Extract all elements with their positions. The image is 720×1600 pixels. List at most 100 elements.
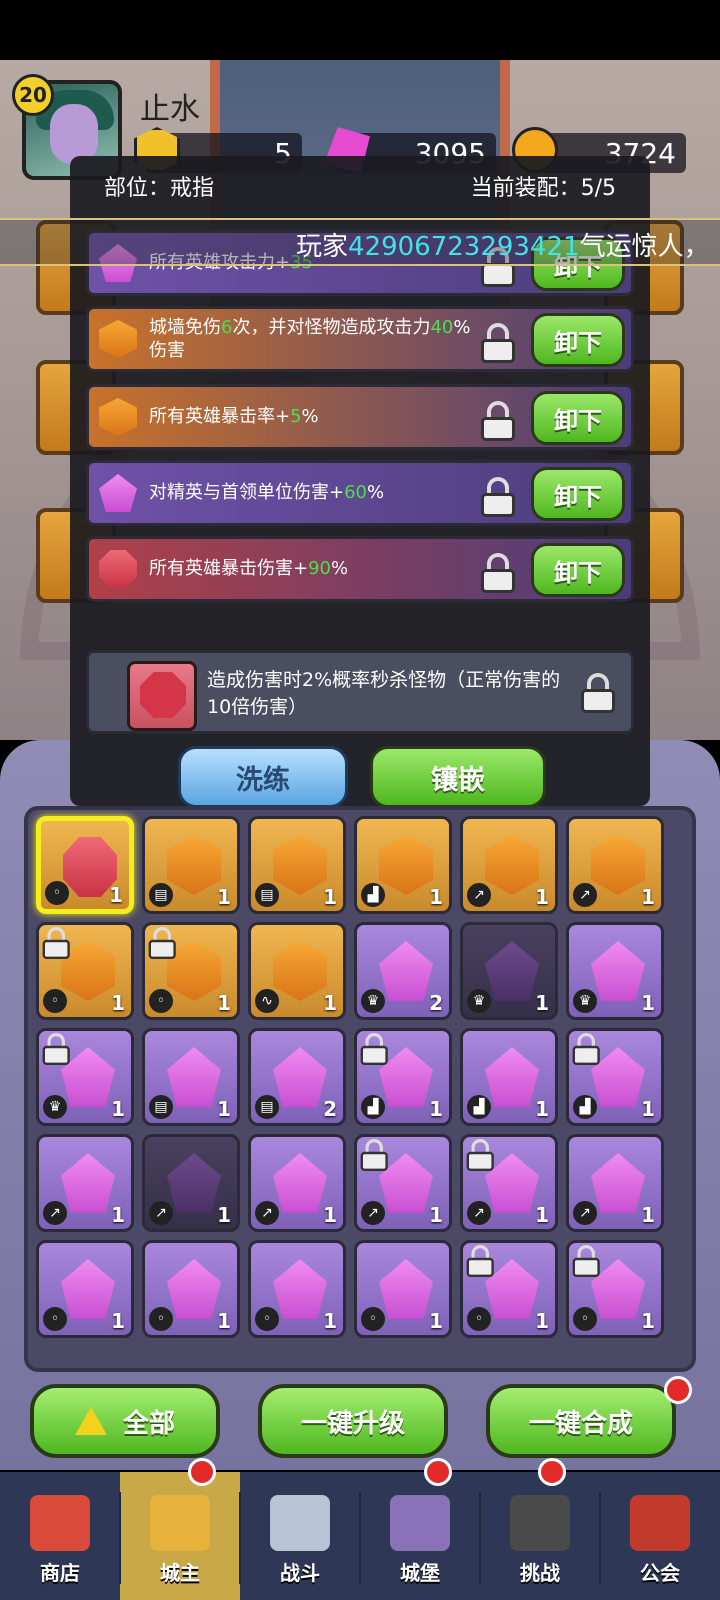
gem-inventory-cell[interactable]: ∿ 1 (248, 922, 346, 1020)
gem-count: 1 (217, 885, 231, 909)
upgrade-all-button[interactable]: 一键升级 (258, 1384, 448, 1458)
gem-inventory-cell[interactable]: ◦ 1 (36, 922, 134, 1020)
unequip-button[interactable]: 卸下 (531, 313, 625, 367)
equipped-gem-slot[interactable]: 所有英雄暴击伤害+90% 卸下 (86, 536, 634, 602)
gem-inventory-cell[interactable]: ▟ 1 (354, 816, 452, 914)
gem-inventory-cell[interactable]: ◦ 1 (460, 1240, 558, 1338)
amulet-slot-icon: ∿ (255, 989, 279, 1013)
unequip-button[interactable]: 卸下 (531, 543, 625, 597)
gem-count: 1 (217, 1097, 231, 1121)
equipped-gem-slot[interactable]: 对精英与首领单位伤害+60% 卸下 (86, 460, 634, 526)
gem-inventory-cell[interactable]: ↗ 1 (36, 1134, 134, 1232)
inlay-button[interactable]: 镶嵌 (370, 746, 546, 808)
lock-icon (41, 927, 70, 959)
lock-icon (465, 1245, 494, 1277)
gem-inventory-cell[interactable]: ◦ 1 (142, 1240, 240, 1338)
gem-count: 1 (323, 1203, 337, 1227)
orange-gem-icon (485, 835, 539, 895)
equipped-gem-slot[interactable]: 所有英雄暴击率+5% 卸下 (86, 384, 634, 450)
gem-inventory-cell[interactable]: ♛ 2 (354, 922, 452, 1020)
gem-inventory-cell[interactable]: ◦ 1 (142, 922, 240, 1020)
refine-button[interactable]: 洗练 (178, 746, 348, 808)
gem-inventory-cell[interactable]: ↗ 1 (566, 1134, 664, 1232)
gem-inventory-cell[interactable]: ▟ 1 (354, 1028, 452, 1126)
gem-inventory-cell[interactable]: ◦ 1 (248, 1240, 346, 1338)
nav-item-lord[interactable]: 城主 (120, 1472, 240, 1600)
unlock-icon[interactable] (479, 477, 517, 517)
lock-icon (147, 927, 176, 959)
pink-gem-icon (273, 1259, 327, 1319)
nav-item-guild-banner[interactable]: 公会 (600, 1472, 720, 1600)
filter-all-button[interactable]: 全部 (30, 1384, 220, 1458)
gem-inventory-cell[interactable]: ↗ 1 (142, 1134, 240, 1232)
gem-inventory-cell[interactable]: ♛ 1 (36, 1028, 134, 1126)
lock-icon (359, 1139, 388, 1171)
gem-inventory-cell[interactable]: ◦ 1 (566, 1240, 664, 1338)
gem-inventory-cell[interactable]: ◦ 1 (354, 1240, 452, 1338)
gem-inventory-cell[interactable]: ↗ 1 (460, 1134, 558, 1232)
nav-separator (239, 1492, 241, 1584)
red-gem-icon (99, 550, 137, 588)
equipped-gem-slot[interactable]: 城墙免伤6次，并对怪物造成攻击力40%伤害 卸下 (86, 306, 634, 372)
gem-inventory-cell[interactable]: ▤ 1 (142, 816, 240, 914)
ring-slot-icon: ◦ (149, 1307, 173, 1331)
unequip-button[interactable]: 卸下 (531, 467, 625, 521)
pink-gem-icon (167, 1047, 221, 1107)
gem-inventory-cell[interactable]: ▟ 1 (566, 1028, 664, 1126)
nav-separator (599, 1492, 601, 1584)
gem-inventory-cell[interactable]: ▤ 2 (248, 1028, 346, 1126)
armor-slot-icon: ▤ (255, 883, 279, 907)
gem-count: 1 (641, 1309, 655, 1333)
pink-gem-icon (273, 1153, 327, 1213)
orange-gem-icon (99, 398, 137, 436)
player-level-badge: 20 (12, 74, 54, 116)
gem-inventory-cell[interactable]: ▤ 1 (142, 1028, 240, 1126)
boot-slot-icon: ▟ (467, 1095, 491, 1119)
bottom-nav: 商店 城主 战斗 城堡 挑战 公会 (0, 1472, 720, 1600)
gem-inventory-cell[interactable]: ◦ 1 (36, 1240, 134, 1338)
slot-effect-text: 对精英与首领单位伤害+60% (149, 482, 385, 504)
gem-count: 1 (429, 1097, 443, 1121)
pink-gem-icon (591, 941, 645, 1001)
armor-slot-icon: ▤ (149, 883, 173, 907)
special-effect-row[interactable]: 造成伤害时2%概率秒杀怪物（正常伤害的10倍伤害） (86, 650, 634, 734)
merge-all-button[interactable]: 一键合成 (486, 1384, 676, 1458)
weapon-slot-icon: ↗ (467, 1201, 491, 1225)
gem-inventory-cell[interactable]: ♛ 1 (460, 922, 558, 1020)
orange-gem-icon (99, 320, 137, 358)
pink-gem-icon (379, 1259, 433, 1319)
weapon-slot-icon: ↗ (149, 1201, 173, 1225)
weapon-slot-icon: ↗ (467, 883, 491, 907)
nav-separator (359, 1492, 361, 1584)
gem-count: 1 (323, 885, 337, 909)
unlock-icon[interactable] (579, 673, 617, 713)
gem-inventory-cell[interactable]: ◦ 1 (36, 816, 134, 914)
slot-effect-text: 所有英雄暴击伤害+90% (149, 558, 349, 580)
unlock-icon[interactable] (479, 401, 517, 441)
marquee-prefix: 玩家 (296, 232, 349, 262)
gem-inventory-cell[interactable]: ↗ 1 (248, 1134, 346, 1232)
nav-item-swords[interactable]: 战斗 (240, 1472, 360, 1600)
nav-item-shop[interactable]: 商店 (0, 1472, 120, 1600)
gem-inventory-cell[interactable]: ↗ 1 (460, 816, 558, 914)
weapon-slot-icon: ↗ (573, 883, 597, 907)
unequip-button[interactable]: 卸下 (531, 391, 625, 445)
lock-icon (571, 1245, 600, 1277)
gem-inventory-cell[interactable]: ♛ 1 (566, 922, 664, 1020)
nav-item-bomb[interactable]: 挑战 (480, 1472, 600, 1600)
pink-gem-icon (379, 941, 433, 1001)
gem-count: 1 (109, 883, 123, 907)
bomb-icon (510, 1495, 570, 1551)
unlock-icon[interactable] (479, 323, 517, 363)
gem-inventory-cell[interactable]: ▟ 1 (460, 1028, 558, 1126)
ring-slot-icon: ◦ (573, 1307, 597, 1331)
gem-inventory-cell[interactable]: ▤ 1 (248, 816, 346, 914)
lock-icon (359, 1033, 388, 1065)
nav-item-castle[interactable]: 城堡 (360, 1472, 480, 1600)
lord-icon (150, 1495, 210, 1551)
unlock-icon[interactable] (479, 553, 517, 593)
gem-count: 1 (429, 1309, 443, 1333)
gem-inventory-cell[interactable]: ↗ 1 (566, 816, 664, 914)
gem-inventory-cell[interactable]: ↗ 1 (354, 1134, 452, 1232)
lock-icon (41, 1033, 70, 1065)
